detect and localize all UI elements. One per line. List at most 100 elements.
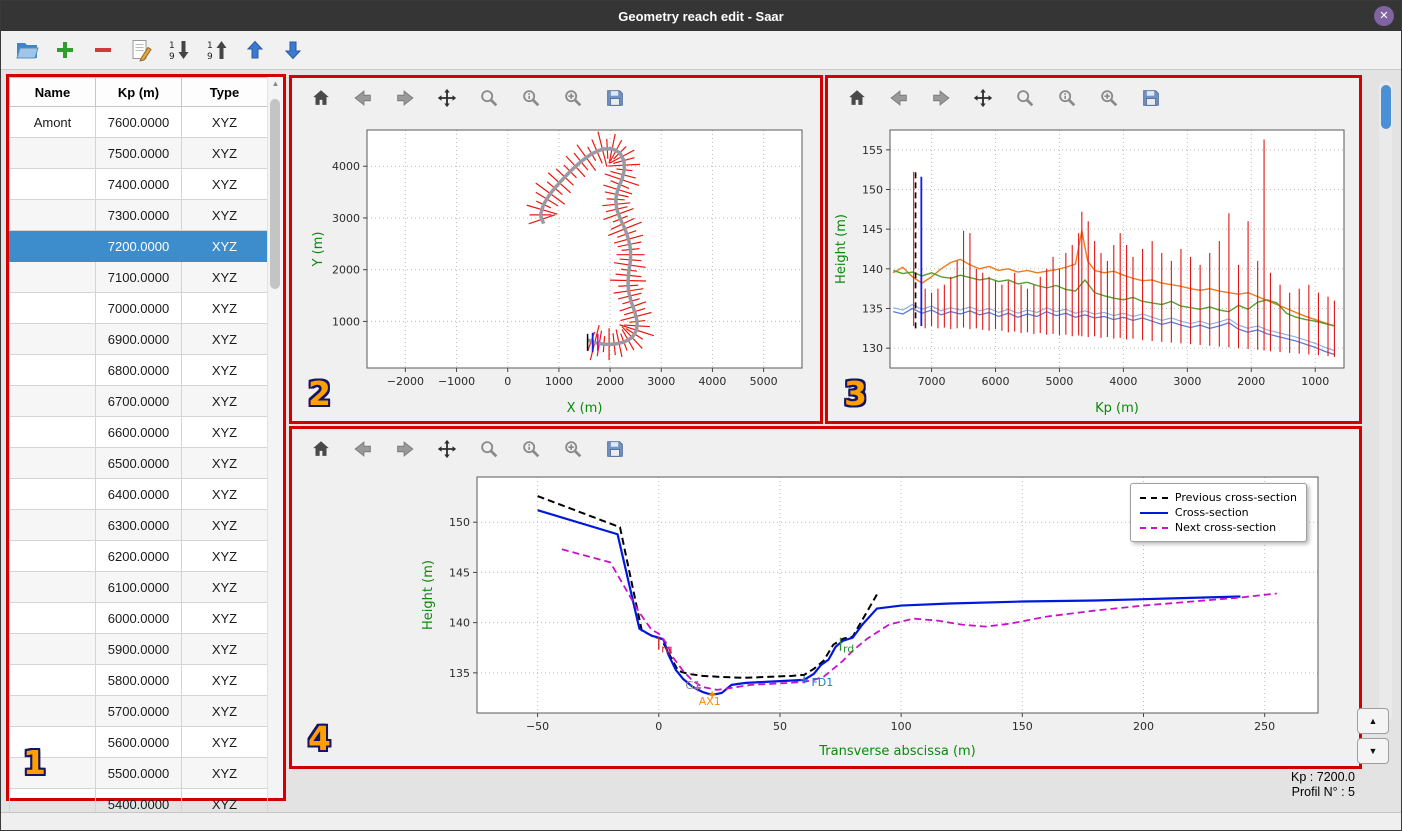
table-row[interactable]: 5700.0000 XYZ bbox=[9, 695, 268, 727]
table-row[interactable]: 5600.0000 XYZ bbox=[9, 726, 268, 758]
table-row[interactable]: 5500.0000 XYZ bbox=[9, 757, 268, 789]
zoom-plus-button[interactable] bbox=[558, 434, 588, 464]
pan-button[interactable] bbox=[432, 434, 462, 464]
back-button[interactable] bbox=[348, 434, 378, 464]
save-button[interactable] bbox=[600, 434, 630, 464]
table-row[interactable]: 6600.0000 XYZ bbox=[9, 416, 268, 448]
home-button[interactable] bbox=[306, 83, 336, 113]
sort-descending-button[interactable]: 19 bbox=[165, 36, 193, 64]
table-scrollbar[interactable]: ▲ bbox=[267, 77, 283, 798]
sort-ascending-button[interactable]: 19 bbox=[203, 36, 231, 64]
forward-button[interactable] bbox=[390, 83, 420, 113]
window-scrollbar[interactable] bbox=[1379, 81, 1392, 721]
back-icon bbox=[354, 90, 371, 106]
table-row[interactable]: 6000.0000 XYZ bbox=[9, 602, 268, 634]
save-button[interactable] bbox=[1136, 83, 1166, 113]
x-axis-label: Kp (m) bbox=[1095, 401, 1139, 416]
zoom-button[interactable] bbox=[474, 434, 504, 464]
table-cell: 6100.0000 bbox=[95, 571, 182, 603]
table-cell bbox=[9, 447, 96, 479]
table-cell: XYZ bbox=[181, 137, 268, 169]
column-header-kp-m[interactable]: Kp (m) bbox=[95, 77, 182, 107]
window-scrollbar-thumb[interactable] bbox=[1380, 85, 1391, 129]
table-row[interactable]: 6900.0000 XYZ bbox=[9, 323, 268, 355]
forward-button[interactable] bbox=[390, 434, 420, 464]
zoom-info-button[interactable] bbox=[516, 434, 546, 464]
profile-up-button[interactable]: ▲ bbox=[1357, 708, 1389, 734]
svg-text:2000: 2000 bbox=[1237, 375, 1265, 388]
svg-text:155: 155 bbox=[862, 144, 883, 157]
table-row[interactable]: 6200.0000 XYZ bbox=[9, 540, 268, 572]
scroll-up-icon[interactable]: ▲ bbox=[268, 79, 283, 88]
table-scrollbar-thumb[interactable] bbox=[270, 99, 280, 289]
status-profil: Profil N° : 5 bbox=[1291, 785, 1355, 799]
profiles-table: Name Kp (m) Type Amont 7600.0000 XYZ 7500.000… bbox=[9, 77, 268, 820]
status-info: Kp : 7200.0 Profil N° : 5 bbox=[1291, 770, 1355, 800]
longitudinal-profile-plot[interactable]: 7000 6000 5000 4000 3000 2000 1000 130 135 140 145… bbox=[828, 118, 1359, 421]
table-row[interactable]: 6400.0000 XYZ bbox=[9, 478, 268, 510]
table-cell: 7300.0000 bbox=[95, 199, 182, 231]
column-header-type[interactable]: Type bbox=[181, 77, 268, 107]
back-button[interactable] bbox=[348, 83, 378, 113]
cross-section-plot[interactable]: Previous cross-section Cross-section Next … bbox=[292, 469, 1359, 766]
pan-icon bbox=[973, 88, 993, 108]
move-up-button[interactable] bbox=[241, 36, 269, 64]
zoom-plus-icon bbox=[1101, 90, 1118, 107]
save-icon bbox=[1143, 90, 1159, 106]
zoom-plus-button[interactable] bbox=[1094, 83, 1124, 113]
table-cell: 5700.0000 bbox=[95, 695, 182, 727]
move-down-button[interactable] bbox=[279, 36, 307, 64]
save-icon bbox=[607, 441, 623, 457]
column-header-name[interactable]: Name bbox=[9, 77, 96, 107]
zoom-info-button[interactable] bbox=[516, 83, 546, 113]
table-row[interactable]: 6800.0000 XYZ bbox=[9, 354, 268, 386]
pan-icon bbox=[437, 439, 457, 459]
table-row[interactable]: Amont 7600.0000 XYZ bbox=[9, 106, 268, 138]
open-file-button[interactable] bbox=[13, 36, 41, 64]
x-axis-label: Transverse abscissa (m) bbox=[818, 744, 976, 759]
table-cell: 5800.0000 bbox=[95, 664, 182, 696]
table-row[interactable]: 5900.0000 XYZ bbox=[9, 633, 268, 665]
table-row[interactable]: 6700.0000 XYZ bbox=[9, 385, 268, 417]
table-cell: XYZ bbox=[181, 199, 268, 231]
table-cell: XYZ bbox=[181, 726, 268, 758]
forward-button[interactable] bbox=[926, 83, 956, 113]
home-button[interactable] bbox=[842, 83, 872, 113]
table-row[interactable]: 6100.0000 XYZ bbox=[9, 571, 268, 603]
pan-button[interactable] bbox=[432, 83, 462, 113]
app-toolbar: 1919 bbox=[1, 31, 1401, 70]
plot-toolbar bbox=[292, 78, 820, 118]
delete-profile-button[interactable] bbox=[89, 36, 117, 64]
add-profile-button[interactable] bbox=[51, 36, 79, 64]
table-row[interactable]: 6300.0000 XYZ bbox=[9, 509, 268, 541]
table-row[interactable]: 7400.0000 XYZ bbox=[9, 168, 268, 200]
table-row[interactable]: 5800.0000 XYZ bbox=[9, 664, 268, 696]
zoom-plus-button[interactable] bbox=[558, 83, 588, 113]
back-button[interactable] bbox=[884, 83, 914, 113]
svg-text:3000: 3000 bbox=[332, 212, 360, 225]
table-row[interactable]: 7100.0000 XYZ bbox=[9, 261, 268, 293]
edit-profile-button[interactable] bbox=[127, 36, 155, 64]
zoom-button[interactable] bbox=[474, 83, 504, 113]
save-button[interactable] bbox=[600, 83, 630, 113]
close-button[interactable]: ✕ bbox=[1374, 6, 1394, 26]
zoom-info-button[interactable] bbox=[1052, 83, 1082, 113]
table-row[interactable]: 7500.0000 XYZ bbox=[9, 137, 268, 169]
plan-view-plot[interactable]: −2000 −1000 0 1000 2000 3000 4000 5000 1000 2000 3… bbox=[292, 118, 820, 421]
table-cell: XYZ bbox=[181, 695, 268, 727]
zoom-icon bbox=[1017, 90, 1034, 107]
table-row[interactable]: 7000.0000 XYZ bbox=[9, 292, 268, 324]
home-button[interactable] bbox=[306, 434, 336, 464]
table-row[interactable]: 6500.0000 XYZ bbox=[9, 447, 268, 479]
table-cell: XYZ bbox=[181, 230, 268, 262]
table-row[interactable]: 7200.0000 XYZ bbox=[9, 230, 268, 262]
table-cell: 7000.0000 bbox=[95, 292, 182, 324]
table-cell bbox=[9, 385, 96, 417]
table-cell: 6400.0000 bbox=[95, 478, 182, 510]
title-bar: Geometry reach edit - Saar ✕ bbox=[1, 1, 1401, 31]
zoom-button[interactable] bbox=[1010, 83, 1040, 113]
pan-button[interactable] bbox=[968, 83, 998, 113]
table-row[interactable]: 7300.0000 XYZ bbox=[9, 199, 268, 231]
table-cell: XYZ bbox=[181, 664, 268, 696]
profile-down-button[interactable]: ▼ bbox=[1357, 738, 1389, 764]
